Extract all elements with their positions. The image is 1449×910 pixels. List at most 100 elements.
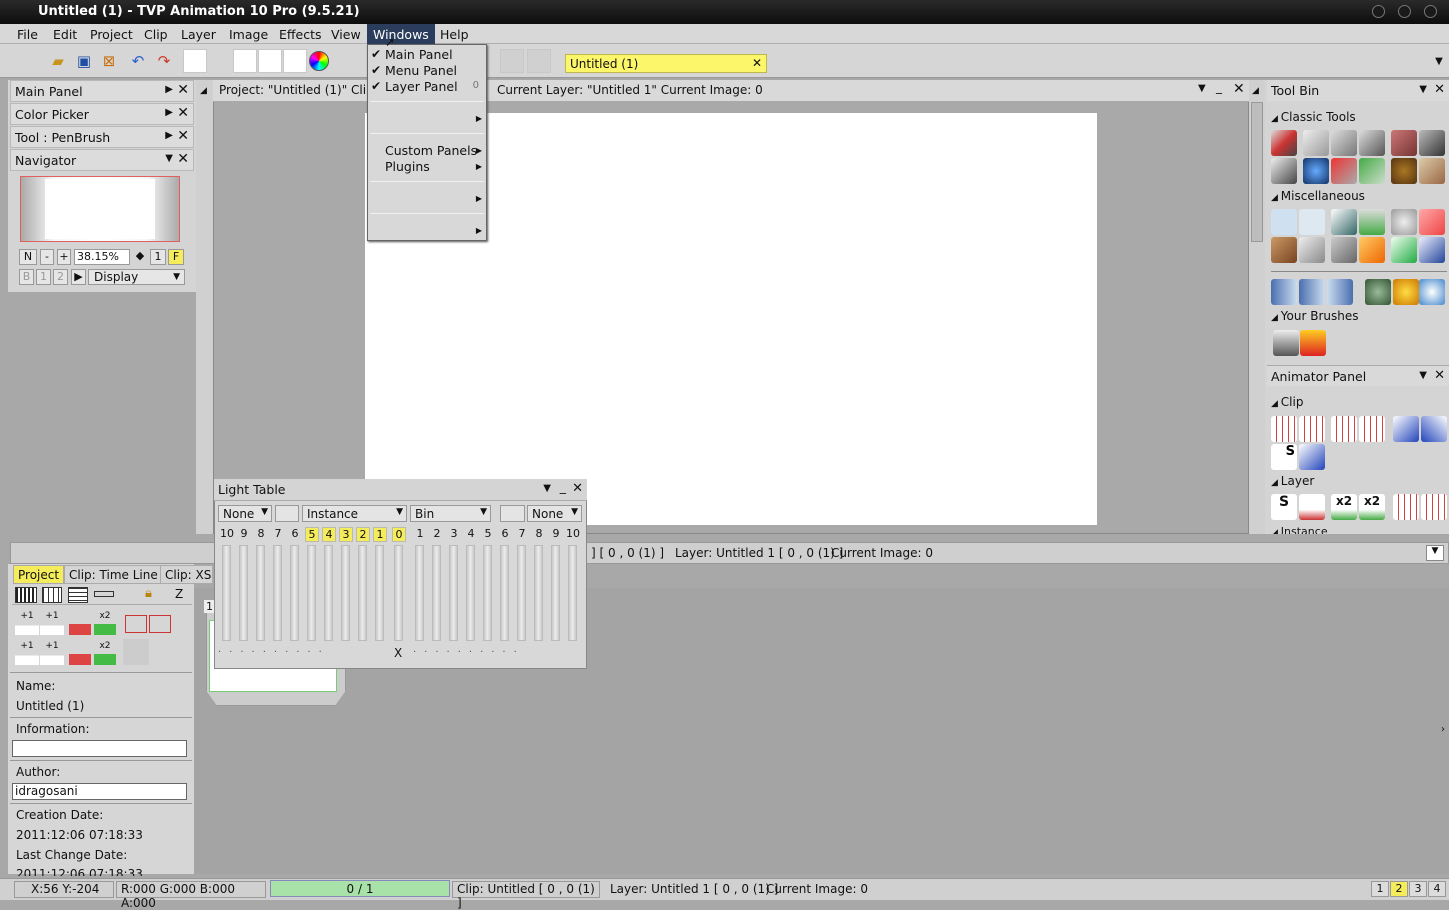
color-swatch-left[interactable] bbox=[275, 505, 299, 522]
redo-icon[interactable]: ↷ bbox=[153, 49, 175, 73]
tab-clip-timeline[interactable]: Clip: Time Line bbox=[64, 565, 163, 584]
light-table-slider[interactable] bbox=[239, 545, 248, 641]
x2-icon[interactable]: x2 bbox=[1331, 494, 1357, 520]
hatch-icon[interactable] bbox=[1419, 237, 1445, 263]
lt-num[interactable]: 5 bbox=[481, 527, 495, 540]
menu-item-custom-panels[interactable]: Custom Panels bbox=[385, 143, 477, 158]
lt-num[interactable]: 3 bbox=[339, 527, 353, 542]
airbrush-icon[interactable] bbox=[1331, 130, 1357, 156]
move-right-icon[interactable] bbox=[149, 615, 171, 633]
close-icon[interactable]: ✕ bbox=[177, 82, 189, 98]
leaf-brush-icon[interactable] bbox=[1359, 158, 1385, 184]
skull-icon[interactable] bbox=[69, 611, 91, 635]
collapse-arrow-icon[interactable]: ▼ bbox=[165, 153, 173, 164]
page-button-3[interactable]: 3 bbox=[1409, 881, 1427, 897]
lt-num[interactable]: 4 bbox=[464, 527, 478, 540]
frame-progress[interactable]: 0 / 1 bbox=[270, 880, 450, 897]
move-left-icon[interactable] bbox=[125, 615, 147, 633]
close-icon[interactable]: ✕ bbox=[572, 481, 583, 496]
blob-icon[interactable] bbox=[1303, 158, 1329, 184]
close-window-button[interactable] bbox=[1424, 5, 1437, 18]
lt-num[interactable]: 7 bbox=[515, 527, 529, 540]
menu-item-plugins[interactable]: Plugins bbox=[385, 159, 430, 174]
lt-num[interactable]: 10 bbox=[564, 527, 582, 540]
lt-num[interactable]: 9 bbox=[549, 527, 563, 540]
streak-icon[interactable] bbox=[1299, 237, 1325, 263]
expand-arrow-icon[interactable]: ▶ bbox=[165, 130, 173, 141]
bin-select[interactable]: Bin ▼ bbox=[410, 505, 491, 522]
toolbar-slot[interactable] bbox=[258, 49, 282, 73]
smudge-icon[interactable] bbox=[1271, 158, 1297, 184]
duplicate-icon[interactable]: x2 bbox=[94, 611, 116, 635]
none-right-select[interactable]: None ▼ bbox=[527, 505, 582, 522]
close-icon[interactable]: ✕ bbox=[1434, 82, 1445, 97]
nav-b-button[interactable]: B bbox=[19, 269, 34, 285]
color-wheel-icon[interactable] bbox=[308, 49, 330, 73]
menu-file[interactable]: File bbox=[17, 27, 38, 42]
animator-panel-header[interactable]: Animator Panel ▼ ✕ bbox=[1267, 365, 1449, 386]
nav-n-button[interactable]: N bbox=[19, 249, 37, 265]
light-table-slider[interactable] bbox=[307, 545, 316, 641]
page-button-1[interactable]: 1 bbox=[1371, 881, 1389, 897]
zoom-f-button[interactable]: F bbox=[168, 249, 184, 265]
fit-arrows-icon[interactable]: ◆ bbox=[133, 249, 147, 265]
expand-arrow-icon[interactable]: ▶ bbox=[165, 84, 173, 95]
add-instance-icon[interactable]: +1 bbox=[15, 641, 39, 665]
crayon-icon[interactable] bbox=[1391, 130, 1417, 156]
light-table-slider[interactable] bbox=[394, 545, 403, 641]
color-picker-header[interactable]: Color Picker ▶ ✕ bbox=[10, 103, 194, 125]
toolbar-slot[interactable] bbox=[183, 49, 207, 73]
zoom-field[interactable]: 38.15% bbox=[74, 249, 130, 265]
delete-frames-icon[interactable] bbox=[1299, 416, 1325, 442]
close-icon[interactable]: ✕ bbox=[1233, 81, 1245, 97]
lt-num[interactable]: 2 bbox=[430, 527, 444, 540]
flag-icon[interactable] bbox=[1299, 444, 1325, 470]
split-icon[interactable] bbox=[1331, 416, 1357, 442]
color-swatch-right[interactable] bbox=[500, 505, 525, 522]
red-arrow-brush-icon[interactable] bbox=[1300, 330, 1326, 356]
lt-num[interactable]: 5 bbox=[305, 527, 319, 542]
warp-icon[interactable] bbox=[1299, 279, 1325, 305]
light-table-slider[interactable] bbox=[415, 545, 424, 641]
feather-icon[interactable] bbox=[1419, 209, 1445, 235]
particle-icon[interactable] bbox=[1331, 209, 1357, 235]
skull-icon[interactable] bbox=[69, 641, 91, 665]
nav-2-button[interactable]: 2 bbox=[53, 269, 68, 285]
table-view-icon[interactable] bbox=[42, 587, 62, 603]
scroll-arrow-icon[interactable]: › bbox=[1441, 724, 1445, 735]
warp-icon[interactable] bbox=[1327, 279, 1353, 305]
play-icon[interactable]: ▶ bbox=[71, 269, 86, 285]
grid-view-icon[interactable] bbox=[15, 587, 37, 603]
toolbar-slot[interactable] bbox=[283, 49, 307, 73]
lt-num[interactable]: 3 bbox=[447, 527, 461, 540]
zoom-out-button[interactable]: - bbox=[40, 249, 54, 265]
texture-icon[interactable] bbox=[1391, 209, 1417, 235]
grass-icon[interactable] bbox=[1359, 209, 1385, 235]
submenu-arrow-icon[interactable]: ▶ bbox=[476, 226, 482, 235]
sponge-icon[interactable] bbox=[1391, 158, 1417, 184]
tab-clip-xsheet[interactable]: Clip: XSh bbox=[160, 565, 213, 584]
menu-effects[interactable]: Effects bbox=[279, 27, 322, 42]
lt-num[interactable]: 7 bbox=[271, 527, 285, 540]
light-table-slider[interactable] bbox=[466, 545, 475, 641]
none-left-select[interactable]: None ▼ bbox=[218, 505, 272, 522]
minimize-button[interactable] bbox=[1372, 5, 1385, 18]
s-layer-icon[interactable]: S bbox=[1271, 494, 1297, 520]
duplicate-icon[interactable]: x2 bbox=[94, 641, 116, 665]
menu-view[interactable]: View bbox=[331, 27, 361, 42]
close-project-icon[interactable]: ⊠ bbox=[98, 49, 120, 73]
minimize-icon[interactable]: _ bbox=[560, 479, 566, 494]
save-icon[interactable]: ▣ bbox=[73, 49, 95, 73]
tab-project[interactable]: Project bbox=[13, 565, 65, 584]
chevron-down-icon[interactable]: ▼ bbox=[1198, 83, 1206, 94]
page-button-4[interactable]: 4 bbox=[1428, 881, 1446, 897]
light-table-slider[interactable] bbox=[256, 545, 265, 641]
lt-num[interactable]: 6 bbox=[498, 527, 512, 540]
nav-1-button[interactable]: 1 bbox=[36, 269, 51, 285]
fire-icon[interactable] bbox=[1359, 237, 1385, 263]
add-instance-icon[interactable]: +1 bbox=[40, 641, 64, 665]
undo-icon[interactable]: ↶ bbox=[127, 49, 149, 73]
layer-split-icon[interactable] bbox=[1393, 494, 1419, 520]
light-table-slider[interactable] bbox=[500, 545, 509, 641]
light-table-slider[interactable] bbox=[290, 545, 299, 641]
